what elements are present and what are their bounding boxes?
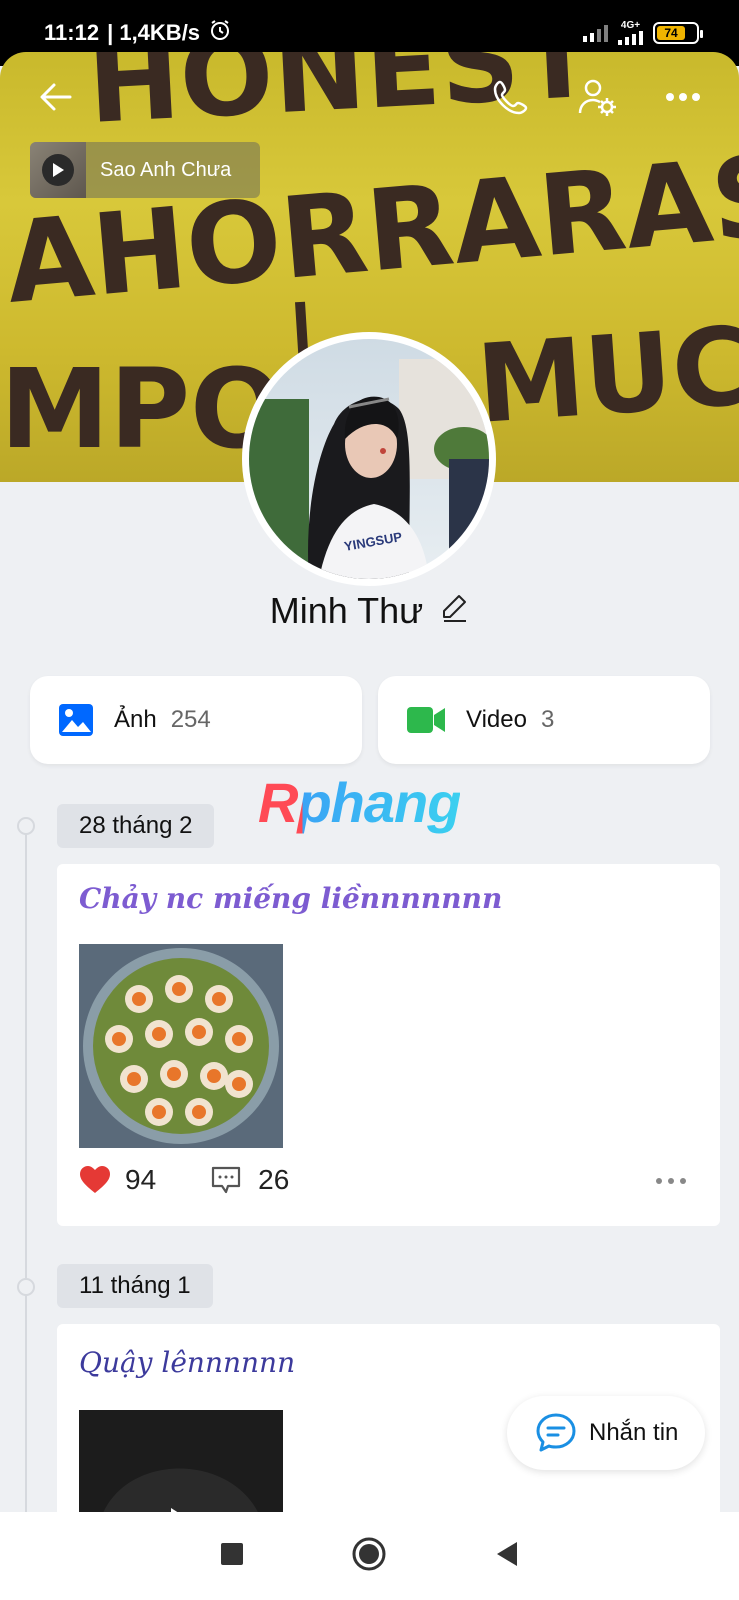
music-title: Sao Anh Chưa <box>100 158 232 181</box>
chat-icon <box>536 1413 576 1452</box>
videos-label: Video <box>466 706 527 733</box>
post-card[interactable]: Chảy nc miếng liềnnnnnnn 94 26 <box>57 864 720 1226</box>
comment-button[interactable] <box>210 1164 242 1196</box>
alarm-icon <box>208 18 232 48</box>
more-button[interactable] <box>655 69 711 125</box>
profile-screen: 11:12 | 1,4KB/s 4G+ 74 HONEST AHORRARAS … <box>0 0 739 1600</box>
watermark: Rphang <box>258 771 461 834</box>
back-triangle-icon <box>496 1541 517 1566</box>
system-back-button[interactable] <box>495 1541 519 1572</box>
user-settings-icon <box>578 79 616 116</box>
avatar-photo: YINGSUP <box>249 339 489 579</box>
comment-count: 26 <box>258 1164 290 1195</box>
network-type: 4G+ <box>618 21 643 45</box>
heart-icon <box>80 1166 110 1193</box>
system-nav-bar <box>0 1512 739 1600</box>
battery-icon: 74 <box>653 22 703 44</box>
like-count: 94 <box>125 1164 157 1195</box>
timeline-dot <box>17 817 35 835</box>
post-caption: Quậy lênnnnnn <box>79 1346 296 1379</box>
recents-button[interactable] <box>220 1542 243 1570</box>
edit-pencil-icon <box>443 595 467 622</box>
send-message-button[interactable]: Nhắn tin <box>507 1396 705 1470</box>
play-button[interactable] <box>42 154 74 186</box>
top-nav-actions <box>483 69 711 125</box>
user-settings-button[interactable] <box>569 69 625 125</box>
comment-icon <box>212 1166 241 1194</box>
photo-icon <box>59 704 93 736</box>
status-left: 11:12 | 1,4KB/s <box>44 18 232 48</box>
videos-count: 3 <box>540 706 555 733</box>
post-more-button[interactable] <box>656 1178 686 1184</box>
back-button[interactable] <box>28 69 84 125</box>
cover-text-3: MPO <box>0 345 284 473</box>
photos-label: Ảnh <box>114 706 157 733</box>
avatar[interactable]: YINGSUP <box>242 332 496 586</box>
status-time: 11:12 <box>44 20 100 45</box>
post-caption: Chảy nc miếng liềnnnnnnn <box>79 882 503 915</box>
post-image[interactable] <box>79 944 283 1148</box>
post-reactions: 94 26 <box>79 1164 289 1196</box>
signal-icon <box>583 24 608 42</box>
videos-button[interactable]: Video 3 <box>378 676 710 764</box>
media-row: Ảnh 254 Video 3 <box>30 676 710 764</box>
profile-name: Minh Thư <box>269 590 424 631</box>
photos-button[interactable]: Ảnh 254 <box>30 676 362 764</box>
profile-music-chip[interactable]: Sao Anh Chưa <box>30 142 260 198</box>
back-arrow-icon <box>40 83 72 111</box>
video-camera-icon <box>407 707 445 733</box>
play-icon <box>53 163 64 177</box>
photos-count: 254 <box>170 706 211 733</box>
timeline-line <box>25 826 27 1526</box>
cover-text-4: MUCH <box>473 298 739 448</box>
signal-icon-2 <box>618 31 643 45</box>
call-button[interactable] <box>483 69 539 125</box>
like-button[interactable] <box>79 1165 111 1195</box>
status-right: 4G+ 74 <box>583 21 703 45</box>
profile-name-row: Minh Thư <box>0 590 739 632</box>
edit-name-button[interactable] <box>441 590 469 632</box>
battery-level: 74 <box>657 26 686 40</box>
more-icon <box>666 93 700 101</box>
music-thumbnail <box>30 142 86 198</box>
phone-icon <box>493 80 528 115</box>
square-icon <box>220 1542 243 1565</box>
top-nav <box>0 52 739 142</box>
timeline-dot <box>17 1278 35 1296</box>
date-chip: 11 tháng 1 <box>57 1264 213 1308</box>
network-speed: | 1,4KB/s <box>107 20 201 45</box>
home-circle-icon <box>352 1537 385 1570</box>
date-chip: 28 tháng 2 <box>57 804 215 848</box>
home-button[interactable] <box>351 1536 387 1577</box>
send-message-label: Nhắn tin <box>589 1419 679 1446</box>
